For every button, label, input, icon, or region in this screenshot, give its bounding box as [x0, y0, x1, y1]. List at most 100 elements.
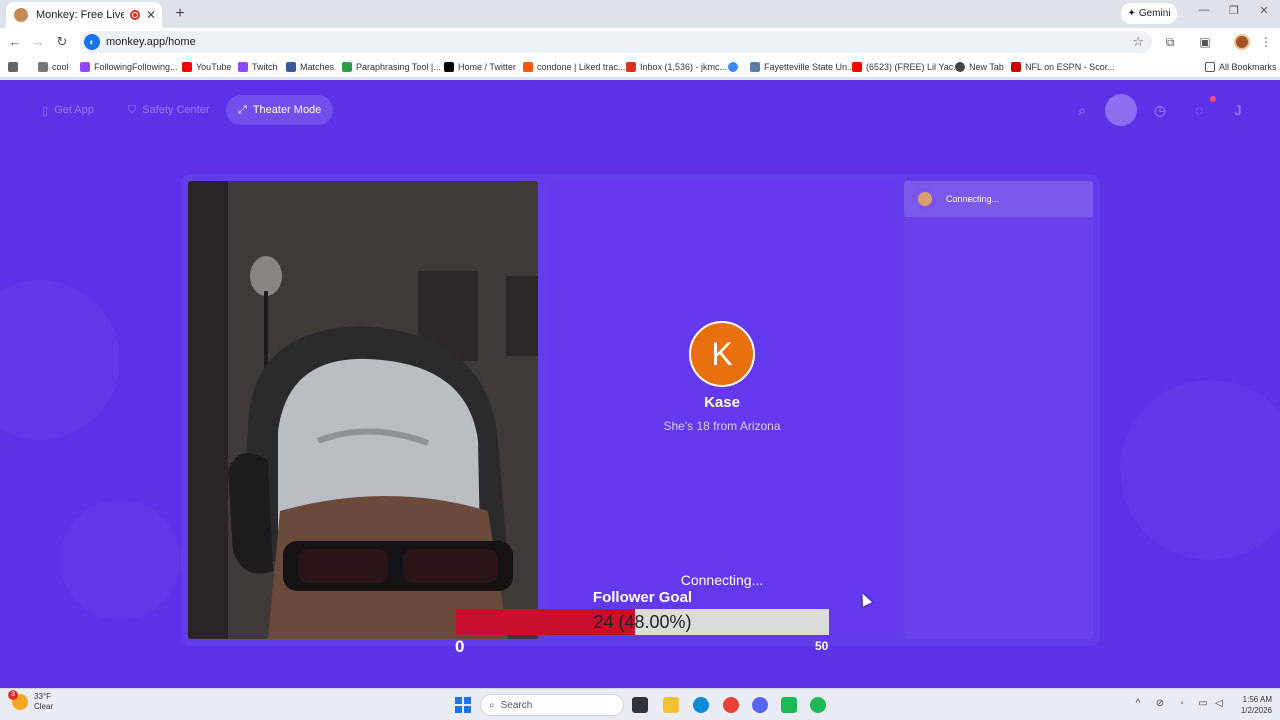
- bookmark-nfl-espn[interactable]: NFL on ESPN - Scor...: [1011, 60, 1115, 74]
- bookmark-following[interactable]: FollowingFollowing...: [80, 60, 178, 74]
- app-icon[interactable]: [781, 697, 797, 713]
- bookmark-condone[interactable]: condone | Liked trac...: [523, 60, 625, 74]
- close-window-icon[interactable]: ✕: [1256, 4, 1272, 17]
- all-bookmarks[interactable]: All Bookmarks: [1205, 60, 1277, 74]
- safety-center-button[interactable]: ⛉ Safety Center: [116, 95, 222, 125]
- match-avatar: K: [689, 321, 755, 387]
- chat-status: Connecting...: [946, 194, 1000, 204]
- monkey-avatar-icon[interactable]: [1105, 94, 1137, 126]
- task-view-icon[interactable]: [632, 697, 648, 713]
- browser-tab[interactable]: Monkey: Free Live Video Ch ✕: [6, 2, 162, 28]
- follower-goal-title: Follower Goal: [592, 589, 693, 606]
- bookmark-paraphrasing[interactable]: Paraphrasing Tool |...: [342, 60, 441, 74]
- minimize-icon[interactable]: —: [1196, 4, 1212, 16]
- network-icon[interactable]: ▭: [1196, 698, 1210, 709]
- new-tab-button[interactable]: +: [170, 4, 190, 24]
- spotify-icon[interactable]: [810, 697, 826, 713]
- get-app-button[interactable]: ▯ Get App: [30, 95, 106, 125]
- bookmark-label: Inbox (1,536) - jkmc...: [640, 62, 728, 72]
- weather-badge: 3: [8, 690, 18, 700]
- chrome-icon[interactable]: [723, 697, 739, 713]
- site-info-icon[interactable]: ◐: [84, 34, 100, 50]
- bookmark-youtube[interactable]: YouTube: [182, 60, 231, 74]
- chat-panel: [904, 181, 1093, 639]
- bookmark-label: FollowingFollowing...: [94, 62, 178, 72]
- tray-chevron-icon[interactable]: ^: [1131, 698, 1145, 709]
- safety-center-label: Safety Center: [142, 104, 210, 116]
- background-blob: [60, 500, 180, 620]
- bookmark-label: Matches: [300, 62, 335, 72]
- search-icon: ⌕: [489, 699, 495, 711]
- bookmark-label: Home / Twitter: [458, 62, 516, 72]
- taskbar-search[interactable]: ⌕ Search: [480, 694, 624, 716]
- clock-time: 1:56 AM: [1242, 695, 1272, 704]
- connection-status: Connecting...: [680, 572, 764, 588]
- history-icon[interactable]: ◷: [1148, 98, 1172, 122]
- bookmark-fayetteville[interactable]: Fayetteville State Un...: [750, 60, 855, 74]
- microphone-icon[interactable]: ◦: [1175, 698, 1189, 709]
- chat-icon[interactable]: ◌: [1187, 98, 1211, 122]
- clock-date: 1/2/2026: [1240, 706, 1272, 715]
- expand-icon: ⤢: [238, 103, 247, 116]
- bookmark-label: Fayetteville State Un...: [764, 62, 855, 72]
- file-explorer-icon[interactable]: [663, 697, 679, 713]
- profile-avatar[interactable]: [1234, 34, 1250, 50]
- bookmark-twitter[interactable]: Home / Twitter: [444, 60, 516, 74]
- bookmark-star-icon[interactable]: ☆: [1132, 34, 1144, 50]
- match-name: Kase: [704, 394, 740, 411]
- taskbar-search-placeholder: Search: [500, 699, 533, 711]
- bookmark-label: All Bookmarks: [1219, 62, 1277, 72]
- back-icon[interactable]: ←: [6, 33, 24, 51]
- weather-widget[interactable]: 3 33°F Clear: [8, 690, 54, 712]
- menu-icon[interactable]: ⋮: [1258, 34, 1274, 50]
- address-bar[interactable]: ◐ monkey.app/home ☆: [80, 31, 1152, 53]
- system-clock[interactable]: 1:56 AM 1/2/2026: [1228, 694, 1272, 716]
- side-panel-icon[interactable]: ▣: [1197, 34, 1213, 50]
- bookmark-cool[interactable]: cool: [38, 60, 69, 74]
- bookmark-new-tab[interactable]: New Tab: [955, 60, 1004, 74]
- edge-icon[interactable]: [693, 697, 709, 713]
- theater-mode-button[interactable]: ⤢ Theater Mode: [226, 95, 334, 125]
- match-subtitle: She's 18 from Arizona: [663, 419, 781, 433]
- taskbar: 3 33°F Clear ⌕ Search ^ ⊘ ◦ ▭ ◁ 1:56 AM …: [0, 688, 1280, 720]
- monkey-icon: [914, 188, 936, 210]
- monkey-favicon-icon: [14, 8, 28, 22]
- follower-goal-bar: 24 (48.00%): [456, 609, 829, 635]
- tab-strip: Monkey: Free Live Video Ch ✕ + ✦ Gemini …: [0, 0, 1280, 28]
- temperature: 33°F: [34, 692, 51, 701]
- monkey-page: ▯ Get App ⛉ Safety Center ⤢ Theater Mode…: [0, 80, 1280, 688]
- volume-icon[interactable]: ◁: [1212, 698, 1226, 709]
- bookmark-label: Twitch: [252, 62, 278, 72]
- forward-icon[interactable]: →: [29, 33, 47, 51]
- get-app-label: Get App: [54, 104, 94, 116]
- bookmark-twitch[interactable]: Twitch: [238, 60, 278, 74]
- weather-condition: Clear: [34, 702, 54, 711]
- self-video: [188, 181, 538, 639]
- notification-dot: [1210, 96, 1216, 102]
- reload-icon[interactable]: ↻: [53, 33, 71, 51]
- extensions-icon[interactable]: ⧉: [1162, 34, 1178, 50]
- bookmark-label: New Tab: [969, 62, 1004, 72]
- google-bookmark-icon[interactable]: [728, 60, 738, 74]
- background-blob: [0, 280, 120, 440]
- search-icon[interactable]: ⌕: [1070, 98, 1094, 122]
- discord-icon[interactable]: [752, 697, 768, 713]
- tray-app-icon[interactable]: ⊘: [1153, 698, 1167, 709]
- bookmark-label: condone | Liked trac...: [537, 62, 626, 72]
- follower-goal-min: 0: [455, 637, 465, 656]
- bookmark-label: Paraphrasing Tool |...: [356, 62, 441, 72]
- start-icon[interactable]: [455, 697, 471, 713]
- bookmark-lil-yac[interactable]: (6523) (FREE) Lil Yac...: [852, 60, 961, 74]
- profile-button[interactable]: J: [1226, 98, 1250, 122]
- gemini-label: Gemini: [1138, 8, 1171, 19]
- gemini-button[interactable]: ✦ Gemini: [1121, 3, 1177, 24]
- weather-sun-icon: 3: [8, 690, 28, 710]
- restore-icon[interactable]: ❐: [1226, 4, 1242, 17]
- bookmark-label: NFL on ESPN - Scor...: [1025, 62, 1115, 72]
- chat-header: Connecting...: [904, 181, 1093, 217]
- bookmark-inbox[interactable]: Inbox (1,536) - jkmc...: [626, 60, 727, 74]
- apps-icon[interactable]: [8, 60, 18, 74]
- close-tab-icon[interactable]: ✕: [146, 8, 156, 22]
- bookmark-matches[interactable]: Matches: [286, 60, 334, 74]
- recording-icon: [129, 10, 140, 20]
